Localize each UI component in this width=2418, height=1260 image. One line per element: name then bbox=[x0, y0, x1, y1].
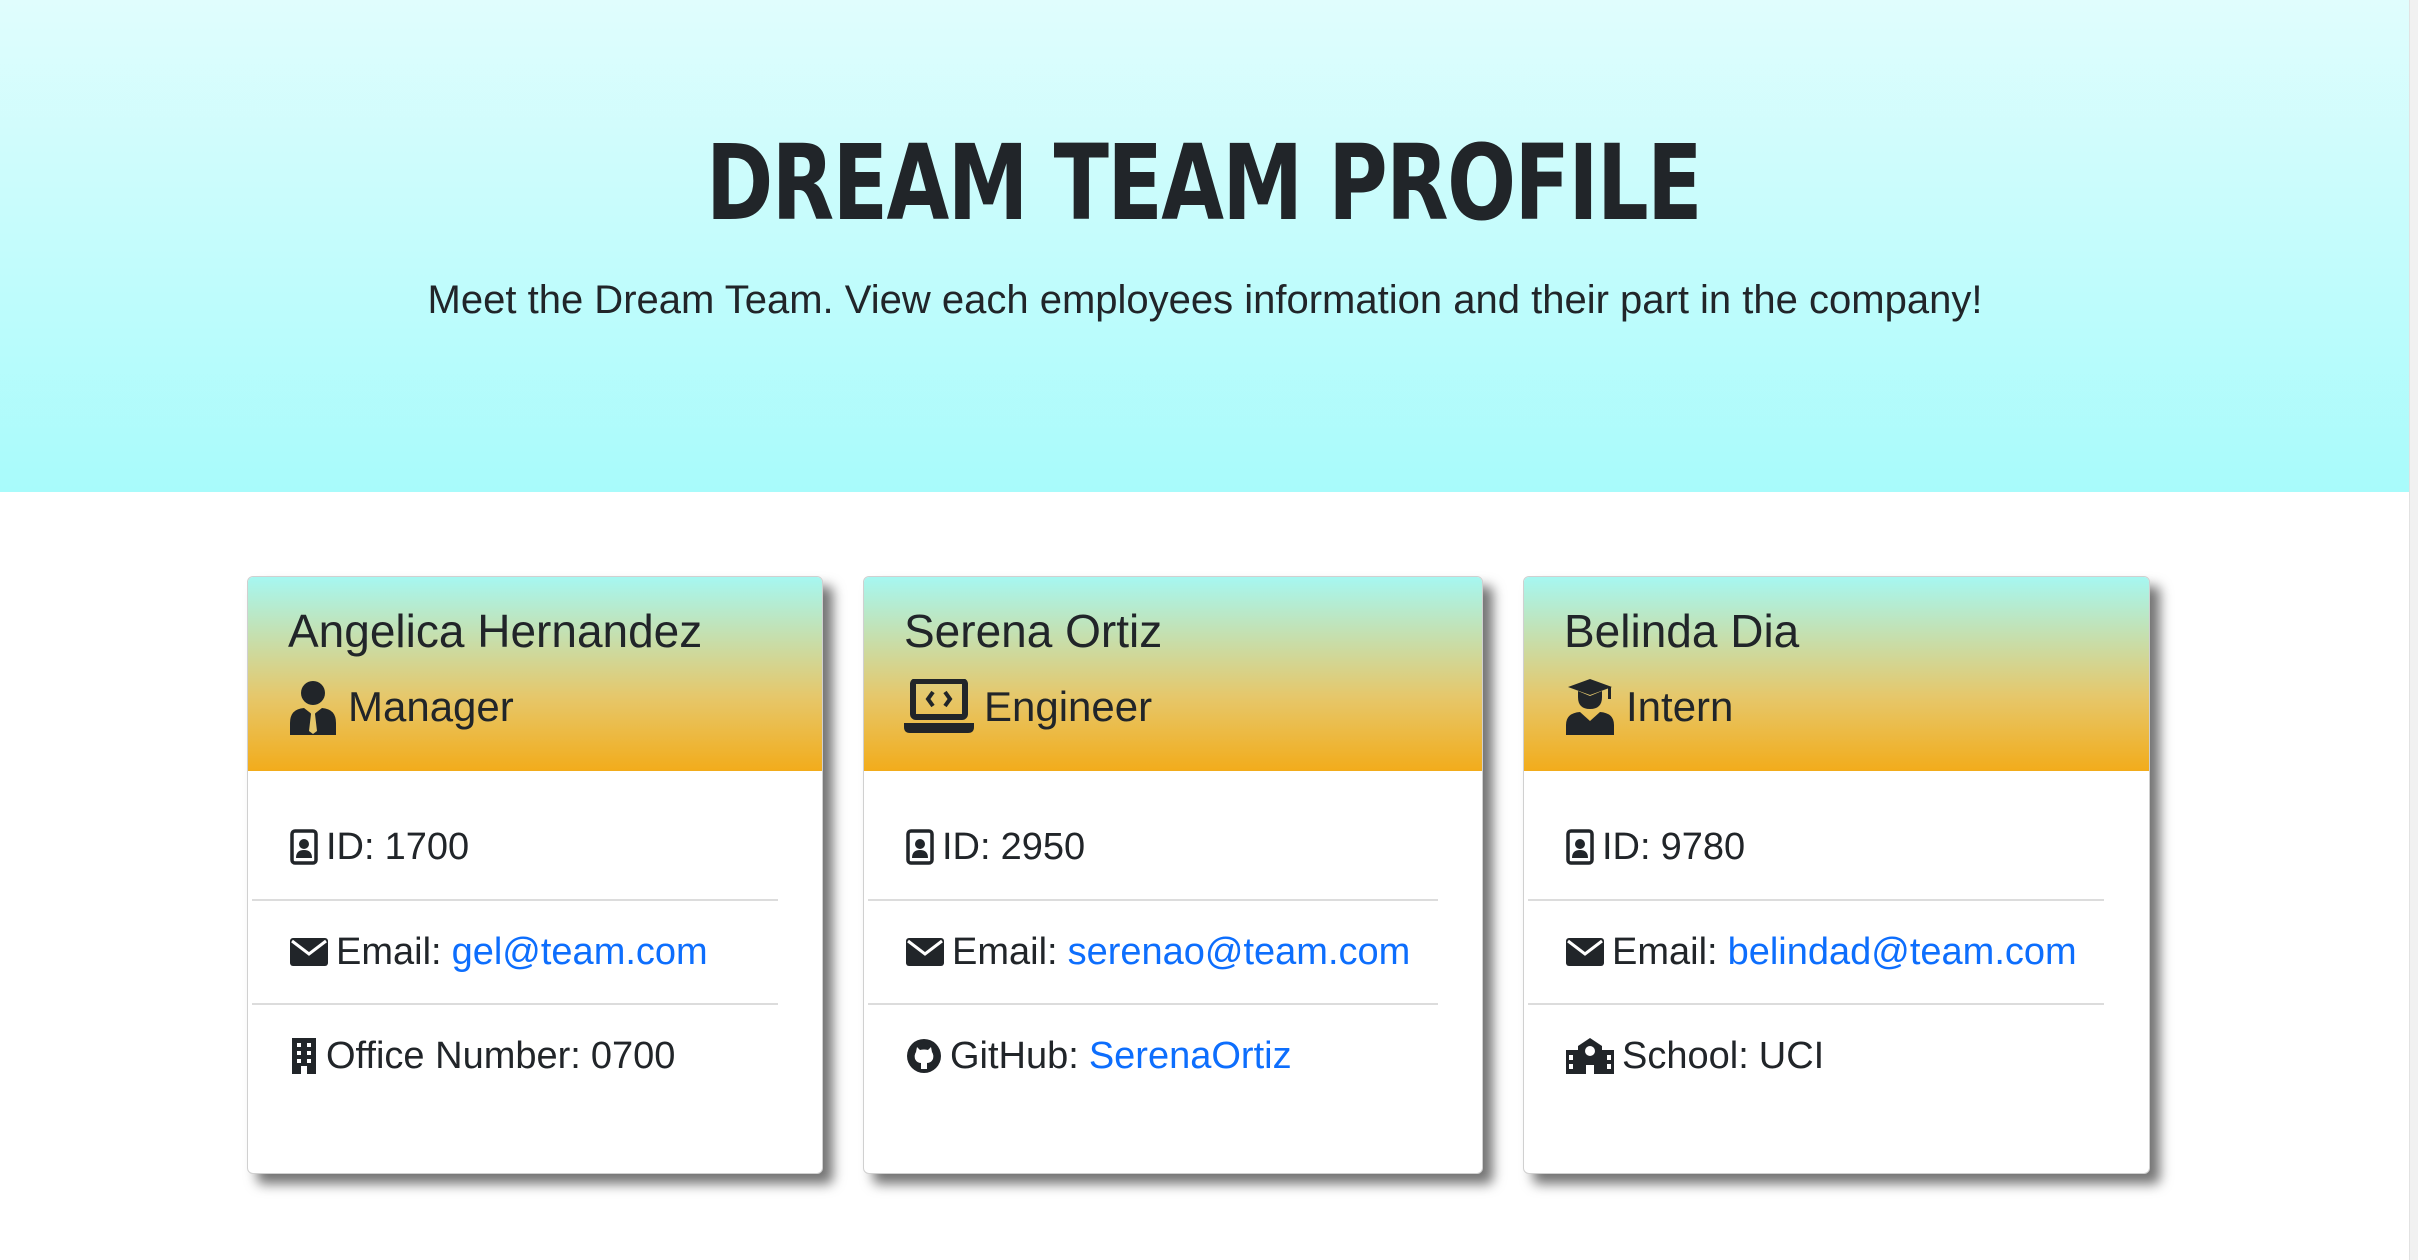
email-row: Email: gel@team.com bbox=[252, 899, 778, 1003]
office-number-value: 0700 bbox=[590, 1034, 676, 1077]
envelope-icon bbox=[1566, 938, 1604, 966]
envelope-icon bbox=[290, 938, 328, 966]
email-link[interactable]: belindad@team.com bbox=[1728, 931, 2077, 974]
email-label: Email: bbox=[1612, 930, 1718, 973]
scrollbar[interactable] bbox=[2409, 0, 2418, 1260]
employee-role-label: Intern bbox=[1626, 683, 1734, 730]
school-label: School: bbox=[1622, 1034, 1749, 1077]
github-link[interactable]: SerenaOrtiz bbox=[1089, 1035, 1292, 1078]
envelope-icon bbox=[906, 938, 944, 966]
email-row: Email: belindad@team.com bbox=[1528, 899, 2104, 1003]
email-link[interactable]: gel@team.com bbox=[452, 931, 708, 974]
email-label: Email: bbox=[336, 930, 442, 973]
employee-card-intern: Belinda Dia Intern ID: 9780 Email: belin… bbox=[1523, 576, 2150, 1174]
school-value: UCI bbox=[1758, 1034, 1825, 1077]
school-icon bbox=[1566, 1038, 1614, 1074]
employee-role: Manager bbox=[288, 675, 514, 739]
github-label: GitHub: bbox=[950, 1034, 1079, 1077]
building-icon bbox=[292, 1038, 316, 1074]
employee-card-manager: Angelica Hernandez Manager ID: 1700 Emai… bbox=[247, 576, 823, 1174]
card-header: Belinda Dia Intern bbox=[1524, 577, 2149, 771]
card-header: Serena Ortiz Engineer bbox=[864, 577, 1482, 771]
school-row: School: UCI bbox=[1528, 1003, 2104, 1107]
id-label: ID: bbox=[942, 825, 991, 868]
employee-card-engineer: Serena Ortiz Engineer ID: 2950 Email: se… bbox=[863, 576, 1483, 1174]
card-body: ID: 1700 Email: gel@team.com Office Numb… bbox=[248, 771, 822, 1173]
id-label: ID: bbox=[1602, 825, 1651, 868]
employee-role: Intern bbox=[1564, 675, 1733, 739]
office-number-label: Office Number: bbox=[326, 1034, 581, 1077]
id-badge-icon bbox=[290, 829, 318, 865]
employee-role: Engineer bbox=[904, 675, 1152, 739]
id-value: 2950 bbox=[1000, 825, 1086, 868]
email-row: Email: serenao@team.com bbox=[868, 899, 1438, 1003]
employee-role-label: Manager bbox=[348, 683, 514, 730]
id-row: ID: 9780 bbox=[1528, 795, 2104, 899]
id-badge-icon bbox=[906, 829, 934, 865]
employee-name: Angelica Hernandez bbox=[288, 605, 703, 657]
employee-name: Belinda Dia bbox=[1564, 605, 1800, 657]
laptop-code-icon bbox=[904, 679, 974, 733]
id-row: ID: 2950 bbox=[868, 795, 1438, 899]
page-title: Dream Team Profile bbox=[705, 122, 1703, 244]
employee-name: Serena Ortiz bbox=[904, 605, 1163, 657]
hero-banner: Dream Team Profile Meet the Dream Team. … bbox=[0, 0, 2410, 492]
card-body: ID: 9780 Email: belindad@team.com School… bbox=[1524, 771, 2149, 1173]
email-label: Email: bbox=[952, 930, 1058, 973]
id-value: 1700 bbox=[384, 825, 470, 868]
id-label: ID: bbox=[326, 825, 375, 868]
graduate-icon bbox=[1566, 679, 1614, 735]
card-body: ID: 2950 Email: serenao@team.com GitHub:… bbox=[864, 771, 1482, 1173]
manager-icon bbox=[290, 681, 336, 735]
id-badge-icon bbox=[1566, 829, 1594, 865]
card-header: Angelica Hernandez Manager bbox=[248, 577, 822, 771]
id-value: 9780 bbox=[1660, 825, 1746, 868]
page-subtitle: Meet the Dream Team. View each employees… bbox=[427, 278, 1983, 322]
github-row: GitHub: SerenaOrtiz bbox=[868, 1003, 1438, 1107]
employee-role-label: Engineer bbox=[984, 683, 1153, 730]
id-row: ID: 1700 bbox=[252, 795, 778, 899]
email-link[interactable]: serenao@team.com bbox=[1068, 931, 1411, 974]
office-number-row: Office Number: 0700 bbox=[252, 1003, 778, 1107]
github-icon bbox=[907, 1039, 941, 1073]
